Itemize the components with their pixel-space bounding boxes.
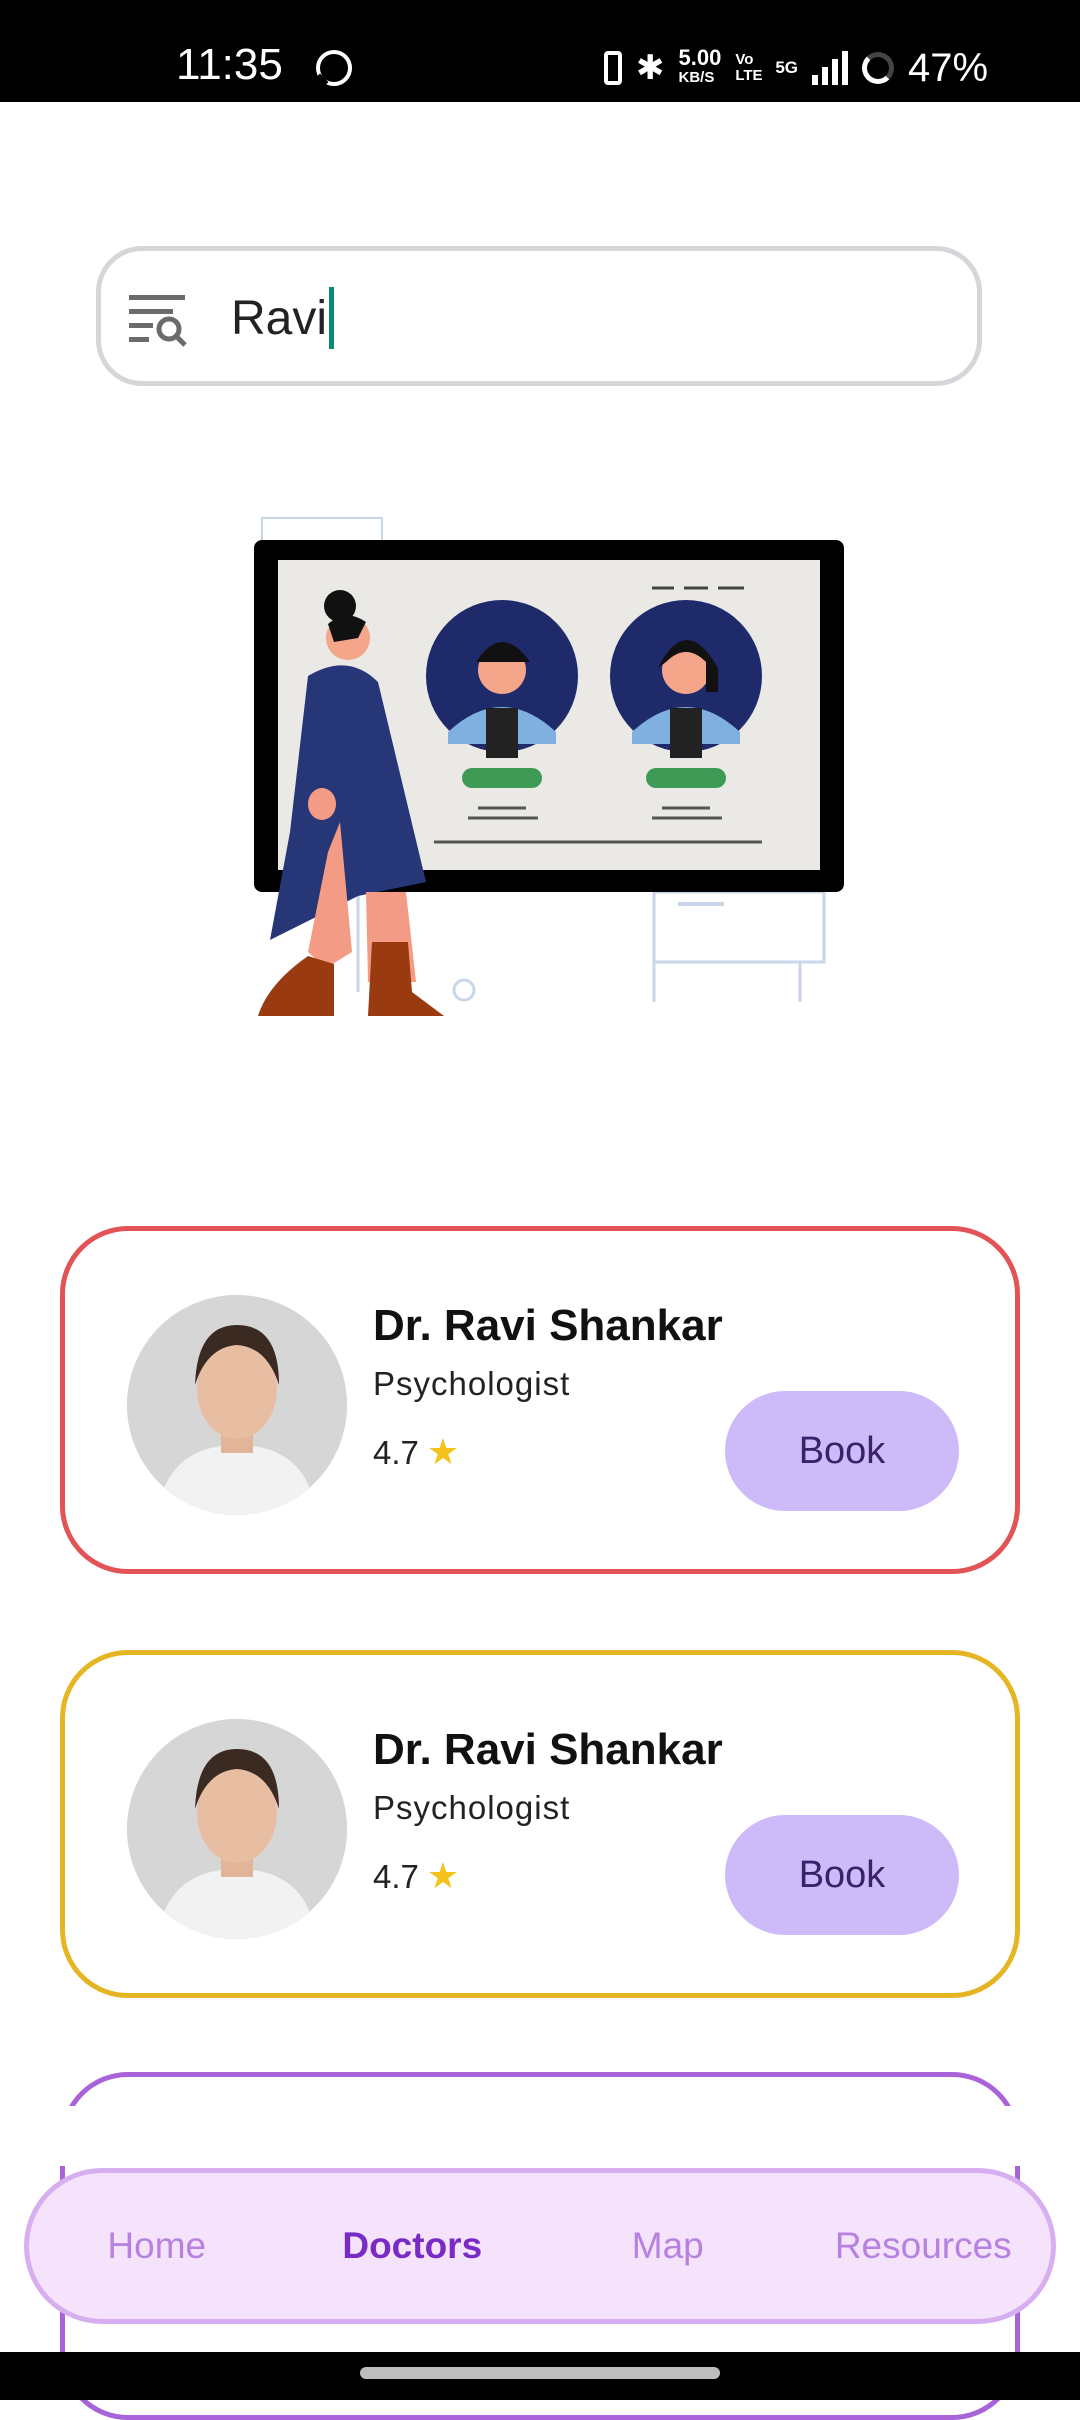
doctor-name: Dr. Ravi Shankar <box>373 1725 723 1774</box>
network-speed: 5.00 KB/S <box>678 45 722 88</box>
nav-item-doctors[interactable]: Doctors <box>285 2225 541 2267</box>
doctor-rating: 4.7 ★ <box>373 1431 459 1473</box>
star-icon: ★ <box>426 1855 460 1896</box>
text-caret <box>329 287 335 349</box>
vibrate-icon <box>604 51 622 85</box>
book-button[interactable]: Book <box>725 1815 959 1935</box>
doctor-avatar <box>127 1719 347 1939</box>
search-input[interactable]: Ravi <box>231 287 335 349</box>
list-clip <box>0 2106 1080 2166</box>
nav-item-home[interactable]: Home <box>29 2225 285 2267</box>
network-speed-unit: KB/S <box>678 69 715 86</box>
status-time: 11:35 <box>176 40 283 89</box>
doctor-card[interactable]: Dr. Ravi Shankar Psychologist 4.7 ★ Book <box>60 1226 1020 1574</box>
bottom-navigation: Home Doctors Map Resources <box>24 2168 1056 2324</box>
doctor-specialty: Psychologist <box>373 1789 571 1826</box>
network-type: 5G <box>775 58 799 77</box>
doctor-avatar <box>127 1295 347 1515</box>
nav-item-resources[interactable]: Resources <box>796 2225 1052 2267</box>
doctor-rating-value: 4.7 <box>373 1434 419 1471</box>
doctor-name: Dr. Ravi Shankar <box>373 1301 723 1350</box>
search-input-text: Ravi <box>231 291 328 345</box>
doctor-rating-value: 4.7 <box>373 1858 419 1895</box>
home-gesture-handle[interactable] <box>360 2367 720 2379</box>
search-bar[interactable]: Ravi <box>96 246 982 386</box>
star-icon: ★ <box>426 1431 460 1472</box>
doctor-card[interactable]: Dr. Ravi Shankar Psychologist 4.7 ★ Book <box>60 1650 1020 1998</box>
battery-icon <box>862 52 895 84</box>
doctor-specialty: Psychologist <box>373 1365 571 1402</box>
volte-indicator: Vo LTE <box>735 51 763 84</box>
bluetooth-icon: ✱ <box>636 49 665 87</box>
network-speed-value: 5.00 <box>678 45 722 70</box>
doctor-rating: 4.7 ★ <box>373 1855 459 1897</box>
battery-level: 47% <box>908 45 989 90</box>
whatsapp-icon <box>316 50 352 86</box>
status-bar: 11:35 ✱ 5.00 KB/S Vo LTE 5G 47% <box>0 0 1080 102</box>
filter-search-icon[interactable] <box>129 293 189 347</box>
nav-item-map[interactable]: Map <box>540 2225 796 2267</box>
status-icons: ✱ 5.00 KB/S Vo LTE 5G 47% <box>604 44 988 92</box>
book-button[interactable]: Book <box>725 1391 959 1511</box>
doctors-illustration <box>254 517 844 1016</box>
signal-icon <box>812 51 849 85</box>
